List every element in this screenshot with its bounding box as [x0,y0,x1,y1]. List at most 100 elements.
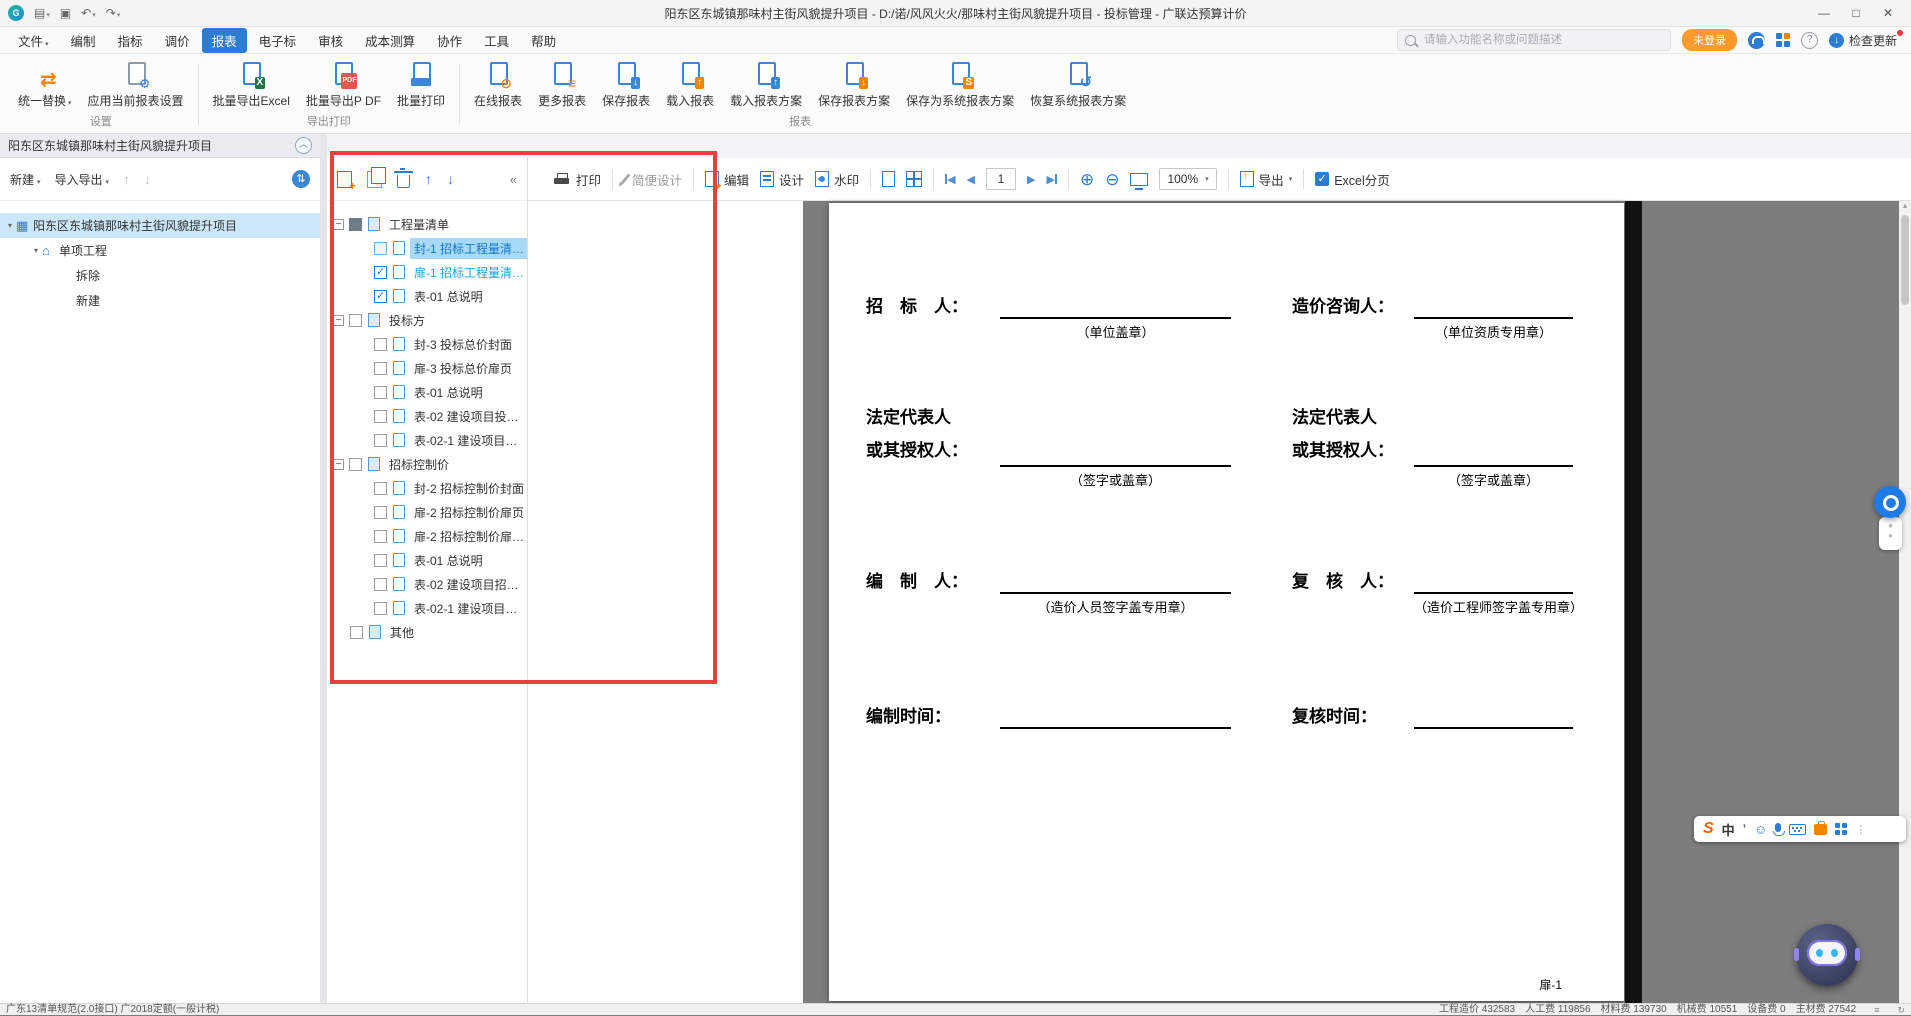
report-checkbox[interactable] [374,529,387,543]
tree-expander-icon[interactable]: − [333,218,344,230]
tree-expander-icon[interactable]: − [333,458,344,470]
report-tree-item[interactable]: − 表-02-1 建设项目… [327,596,803,620]
customer-service-icon[interactable] [1747,31,1765,49]
multi-page-view-icon[interactable] [906,171,923,187]
search-input[interactable] [1421,33,1663,47]
report-tree-item[interactable]: − 扉-2 招标控制价扉… [327,524,803,548]
edit-button[interactable]: 编辑 [705,170,749,189]
report-tree-item[interactable]: − 封-3 投标总价封面 [327,332,803,356]
ribbon-button[interactable]: 保存报表方案▾ [811,56,897,111]
export-button[interactable]: 导出 ▾ [1239,170,1292,189]
first-page-button[interactable]: ◀ [945,173,956,186]
project-tree-item[interactable]: ▾ 阳东区东城镇那味村主街风貌提升项目 [0,213,320,238]
add-report-icon[interactable] [337,170,356,193]
report-tree-item[interactable]: − 表-01 总说明 [327,548,803,572]
help-icon[interactable]: ? [1800,31,1818,49]
helper-button[interactable] [1874,486,1906,518]
more-icon[interactable]: ⋮ [1855,823,1866,836]
menu-item[interactable]: 编制▾ [61,28,106,53]
import-export-button[interactable]: 导入导出 ▾ [55,171,110,188]
close-button[interactable]: ✕ [1873,2,1903,24]
menu-item[interactable]: 文件 ▾ [8,28,59,53]
project-tree-item[interactable]: ▾ 拆除 [0,263,320,288]
ribbon-button[interactable]: 载入报表▾ [659,56,721,111]
zoom-select[interactable]: 100% ▾ [1159,168,1217,190]
report-checkbox[interactable] [374,409,387,423]
assistant-robot[interactable] [1794,924,1860,986]
report-checkbox[interactable] [349,217,362,231]
report-checkbox[interactable] [349,313,362,327]
ribbon-button[interactable]: 载入报表方案▾ [723,56,809,111]
punctuation-icon[interactable]: ’ [1743,822,1746,836]
report-tree-item[interactable]: − 表-01 总说明 [327,284,803,308]
ribbon-button[interactable]: 更多报表▾ [531,56,593,111]
ribbon-button[interactable]: 应用当前报表设置▾ [81,56,191,111]
keyboard-icon[interactable] [1789,823,1807,835]
design-button[interactable]: 设计 [760,170,804,189]
report-checkbox[interactable] [374,265,387,279]
project-tree-item[interactable]: ▾ 新建 [0,288,320,313]
report-tree-item[interactable]: − 扉-3 投标总价扉页 [327,356,803,380]
report-checkbox[interactable] [374,337,387,351]
skin-grid-icon[interactable] [1835,823,1848,835]
report-checkbox[interactable] [349,457,362,471]
print-button[interactable]: 打印 [554,170,601,189]
project-tree-item[interactable]: ▾ 单项工程 [0,238,320,263]
move-down-button[interactable]: ↓ [144,171,151,187]
report-checkbox[interactable] [374,289,387,303]
report-tree-item[interactable]: − 招标控制价 [327,452,803,476]
report-tree-item[interactable]: − 扉-2 招标控制价扉页 [327,500,803,524]
ribbon-button[interactable]: 在线报表▾ [467,56,529,111]
report-checkbox[interactable] [350,625,363,639]
report-tree-item[interactable]: − 封-1 招标工程量清… [327,236,803,260]
report-tree-item[interactable]: − 表-02 建设项目投… [327,404,803,428]
panel-splitter[interactable] [320,134,327,1003]
ribbon-button[interactable]: 批量导出Excel▾ [206,56,297,111]
helper-handle[interactable]: ● ● [1879,517,1902,550]
report-checkbox[interactable] [374,553,387,567]
report-checkbox[interactable] [374,433,387,447]
emoji-icon[interactable]: ☺ [1754,822,1767,837]
quick-menu-icon[interactable]: ▤▾ [34,7,50,19]
toolbox-icon[interactable] [1814,820,1828,835]
prev-page-button[interactable]: ◀ [967,173,975,186]
report-checkbox[interactable] [374,241,387,255]
undo-icon[interactable]: ↶▾ [81,7,96,19]
ribbon-button[interactable]: 保存为系统报表方案▾ [899,56,1021,111]
collapse-panel-icon[interactable]: ︿ [295,137,312,154]
ribbon-button[interactable]: 批量打印▾ [390,56,452,111]
move-up-button[interactable]: ↑ [123,171,130,187]
menu-item[interactable]: 报表▾ [201,27,247,53]
tree-expander-icon[interactable]: − [333,314,344,326]
menu-item[interactable]: 协作▾ [427,28,472,53]
ribbon-button[interactable]: 保存报表▾ [595,56,657,111]
function-search[interactable] [1396,29,1671,51]
excel-paging-checkbox[interactable]: ✓ Excel分页 [1315,170,1390,189]
report-tree-item[interactable]: − 其他 [327,620,803,644]
menu-item[interactable]: 审核▾ [308,28,353,53]
save-icon[interactable]: ▣ [60,7,71,19]
tree-expander-icon[interactable]: ▾ [34,246,38,255]
redo-icon[interactable]: ↷▾ [106,7,121,19]
microphone-icon[interactable] [1773,823,1786,836]
collapse-tree-button[interactable]: « [510,172,517,187]
last-page-button[interactable]: ▶ [1046,173,1057,186]
status-menu-icon[interactable]: ≡ [1874,1004,1879,1016]
next-page-button[interactable]: ▶ [1027,173,1035,186]
delete-report-icon[interactable] [394,168,413,188]
login-button[interactable]: 未登录 [1681,29,1737,51]
report-checkbox[interactable] [374,601,387,615]
report-tree-item[interactable]: − 表-02-1 建设项目… [327,428,803,452]
scrollbar-thumb[interactable] [1901,215,1909,305]
ribbon-button[interactable]: 批量导出P DF▾ [299,56,388,111]
report-checkbox[interactable] [374,577,387,591]
zoom-in-icon[interactable]: ⊕ [1080,171,1094,188]
locate-button[interactable]: ⇅ [292,170,310,188]
menu-item[interactable]: 电子标▾ [249,28,307,53]
maximize-button[interactable]: □ [1841,2,1871,24]
page-number-input[interactable] [986,168,1017,190]
report-tree-item[interactable]: − 投标方 [327,308,803,332]
simple-design-button[interactable]: 简便设计 [620,170,682,189]
fit-width-icon[interactable] [1130,172,1149,190]
menu-item[interactable]: 工具▾ [474,28,519,53]
